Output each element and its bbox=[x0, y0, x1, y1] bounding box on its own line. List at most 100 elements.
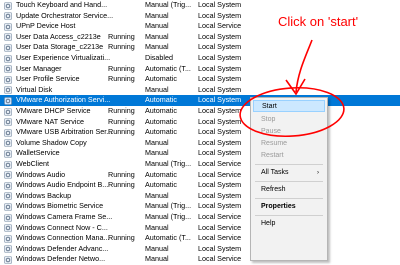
service-name: Windows Backup bbox=[16, 190, 72, 200]
table-row[interactable]: VMware NAT Service Running Automatic Local … bbox=[0, 117, 400, 128]
menu-item-stop-label: Stop bbox=[261, 116, 276, 123]
service-log-on-as: Local System bbox=[198, 53, 242, 62]
menu-item-stop[interactable]: Stop bbox=[251, 114, 327, 126]
menu-item-all-tasks[interactable]: All Tasks › bbox=[251, 167, 327, 179]
menu-item-refresh-label: Refresh bbox=[261, 186, 286, 193]
gear-icon bbox=[4, 107, 12, 116]
menu-separator bbox=[255, 164, 323, 165]
table-row[interactable]: VMware USB Arbitration Ser... Running Auto… bbox=[0, 127, 400, 138]
service-name: Windows Defender Advanc... bbox=[16, 243, 109, 253]
service-name: UPnP Device Host bbox=[16, 21, 76, 31]
gear-icon bbox=[4, 1, 12, 10]
gear-icon bbox=[4, 181, 12, 190]
menu-separator bbox=[255, 181, 323, 182]
service-startup-type: Manual bbox=[145, 254, 169, 264]
table-row[interactable]: Volume Shadow Copy Manual Local System bbox=[0, 138, 400, 149]
gear-icon bbox=[4, 22, 12, 31]
service-startup-type: Automatic bbox=[145, 74, 177, 84]
menu-item-restart[interactable]: Restart bbox=[251, 150, 327, 162]
table-row[interactable]: Windows Connection Mana... Running Automat… bbox=[0, 233, 400, 244]
service-log-on-as: Local System bbox=[198, 84, 242, 94]
service-name: Virtual Disk bbox=[16, 84, 53, 94]
gear-icon bbox=[4, 86, 12, 95]
service-log-on-as: Local Service bbox=[198, 159, 242, 168]
service-status: Running bbox=[108, 106, 135, 115]
table-row[interactable]: WalletService Manual Local System bbox=[0, 148, 400, 159]
table-row[interactable]: Windows Audio Endpoint B... Running Automa… bbox=[0, 180, 400, 191]
table-row[interactable]: Windows Defender Advanc... Manual Local Sy… bbox=[0, 244, 400, 255]
service-log-on-as: Local Service bbox=[198, 169, 242, 179]
table-row[interactable]: User Profile Service Running Automatic Loca… bbox=[0, 74, 400, 85]
annotation-text: Click on 'start' bbox=[278, 14, 359, 29]
service-startup-type: Manual bbox=[145, 10, 169, 20]
service-name: WalletService bbox=[16, 148, 60, 158]
service-startup-type: Manual bbox=[145, 21, 169, 31]
service-startup-type: Disabled bbox=[145, 53, 173, 62]
table-row[interactable]: VMware DHCP Service Running Automatic Local… bbox=[0, 106, 400, 117]
table-row[interactable]: Windows Camera Frame Se... Manual (Trig..… bbox=[0, 212, 400, 223]
service-log-on-as: Local System bbox=[198, 127, 242, 137]
gear-icon bbox=[4, 128, 12, 137]
service-startup-type: Manual bbox=[145, 243, 169, 253]
table-row[interactable]: VMware Authorization Servi... Automatic Lo… bbox=[0, 95, 400, 106]
service-name: Windows Defender Netwo... bbox=[16, 254, 106, 264]
service-log-on-as: Local System bbox=[198, 148, 242, 158]
service-startup-type: Automatic bbox=[145, 106, 177, 115]
menu-item-start-label: Start bbox=[262, 103, 277, 110]
gear-icon bbox=[4, 12, 12, 20]
table-row[interactable]: Windows Audio Running Automatic Local Servi… bbox=[0, 170, 400, 181]
service-name: Touch Keyboard and Hand... bbox=[16, 0, 108, 9]
context-menu: Start Stop Pause Resume Restart All Task… bbox=[250, 97, 328, 261]
service-name: VMware Authorization Servi... bbox=[16, 95, 111, 105]
gear-icon bbox=[4, 203, 12, 211]
service-name: Volume Shadow Copy bbox=[16, 137, 87, 147]
menu-item-properties[interactable]: Properties bbox=[251, 201, 327, 213]
service-name: Update Orchestrator Service... bbox=[16, 10, 114, 20]
gear-icon bbox=[4, 75, 12, 84]
service-status: Running bbox=[108, 127, 135, 137]
service-log-on-as: Local System bbox=[198, 201, 242, 211]
menu-item-resume[interactable]: Resume bbox=[251, 138, 327, 150]
gear-icon bbox=[4, 224, 12, 232]
table-row[interactable]: Windows Defender Netwo... Manual Local Ser… bbox=[0, 254, 400, 265]
menu-item-pause[interactable]: Pause bbox=[251, 126, 327, 138]
service-log-on-as: Local System bbox=[198, 74, 242, 84]
table-row[interactable]: User Data Storage_c2213e Running Manual Loc… bbox=[0, 42, 400, 53]
gear-icon bbox=[4, 139, 12, 148]
table-row[interactable]: Windows Biometric Service Manual (Trig...… bbox=[0, 201, 400, 212]
table-row[interactable]: Windows Backup Manual Local System bbox=[0, 191, 400, 202]
table-row[interactable]: WebClient Manual (Trig... Local Service bbox=[0, 159, 400, 170]
menu-item-help[interactable]: Help bbox=[251, 218, 327, 230]
table-row[interactable]: Virtual Disk Manual Local System bbox=[0, 85, 400, 96]
chevron-right-icon: › bbox=[317, 170, 319, 176]
gear-icon bbox=[4, 65, 12, 73]
service-log-on-as: Local System bbox=[198, 190, 242, 200]
service-status: Running bbox=[108, 31, 135, 41]
service-status: Running bbox=[108, 63, 135, 73]
gear-icon bbox=[4, 33, 12, 42]
gear-icon bbox=[4, 234, 12, 243]
service-startup-type: Automatic bbox=[145, 169, 177, 179]
service-log-on-as: Local System bbox=[198, 42, 242, 52]
service-log-on-as: Local System bbox=[198, 0, 242, 9]
gear-icon bbox=[4, 118, 12, 126]
menu-item-refresh[interactable]: Refresh bbox=[251, 184, 327, 196]
service-log-on-as: Local Service bbox=[198, 21, 242, 31]
service-startup-type: Manual bbox=[145, 42, 169, 52]
service-startup-type: Manual bbox=[145, 31, 169, 41]
service-startup-type: Automatic bbox=[145, 95, 177, 105]
menu-item-start[interactable]: Start bbox=[253, 100, 325, 112]
service-log-on-as: Local Service bbox=[198, 254, 242, 264]
gear-icon bbox=[4, 171, 12, 179]
table-row[interactable]: User Experience Virtualizati... Disabled L… bbox=[0, 53, 400, 64]
gear-icon bbox=[4, 97, 12, 105]
service-status: Running bbox=[108, 180, 135, 190]
table-row[interactable]: Touch Keyboard and Hand... Manual (Trig..… bbox=[0, 0, 400, 11]
table-row[interactable]: User Data Access_c2213e Running Manual Loca… bbox=[0, 32, 400, 43]
gear-icon bbox=[4, 150, 12, 158]
menu-separator bbox=[255, 215, 323, 216]
service-log-on-as: Local System bbox=[198, 116, 242, 126]
table-row[interactable]: Windows Connect Now - C... Manual Local Se… bbox=[0, 223, 400, 234]
service-startup-type: Automatic bbox=[145, 180, 177, 190]
table-row[interactable]: User Manager Running Automatic (T... Local … bbox=[0, 64, 400, 75]
